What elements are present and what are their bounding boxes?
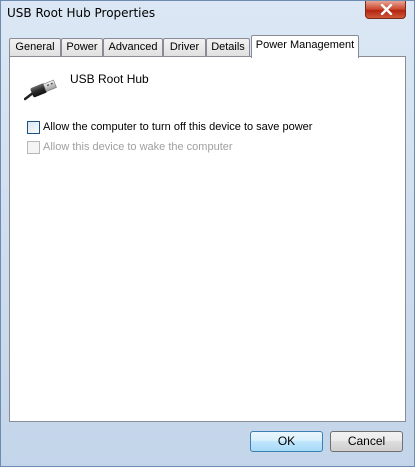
cancel-button[interactable]: Cancel xyxy=(330,431,403,452)
allow-wake-checkbox xyxy=(27,141,40,154)
properties-window: USB Root Hub Properties General Power Ad… xyxy=(0,0,415,467)
tab-details[interactable]: Details xyxy=(206,38,250,57)
tab-driver[interactable]: Driver xyxy=(163,38,206,57)
window-title: USB Root Hub Properties xyxy=(7,6,156,20)
close-button[interactable] xyxy=(365,1,406,19)
tab-strip: General Power Advanced Driver Details Po… xyxy=(9,35,406,58)
allow-turn-off-label[interactable]: Allow the computer to turn off this devi… xyxy=(43,121,312,134)
ok-button[interactable]: OK xyxy=(250,431,323,452)
tab-panel-power-management: USB Root Hub Allow the computer to turn … xyxy=(9,56,406,422)
usb-plug-icon xyxy=(24,79,57,101)
tab-general[interactable]: General xyxy=(9,38,61,57)
tab-advanced[interactable]: Advanced xyxy=(103,38,163,57)
device-name: USB Root Hub xyxy=(70,72,149,86)
tab-power[interactable]: Power xyxy=(61,38,103,57)
allow-turn-off-checkbox[interactable] xyxy=(27,121,40,134)
tab-power-management[interactable]: Power Management xyxy=(251,35,359,58)
title-bar[interactable]: USB Root Hub Properties xyxy=(1,1,414,29)
allow-wake-label: Allow this device to wake the computer xyxy=(43,141,233,153)
close-icon xyxy=(380,4,393,15)
